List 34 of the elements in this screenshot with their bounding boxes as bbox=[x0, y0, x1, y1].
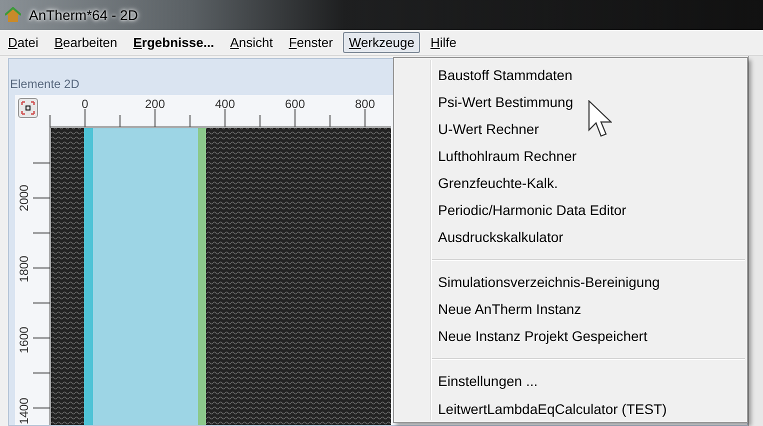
ruler-label: 600 bbox=[284, 97, 306, 111]
menu-item[interactable]: Ansicht bbox=[224, 32, 279, 53]
menu-entry[interactable]: Neue Instanz Projekt Gespeichert bbox=[394, 322, 648, 350]
menu-item[interactable]: Datei bbox=[2, 32, 44, 53]
ruler-label: 800 bbox=[354, 97, 376, 111]
menu-entry[interactable]: Neue AnTherm Instanz bbox=[394, 296, 582, 323]
expand-icon bbox=[21, 101, 35, 115]
ruler-label: 2000 bbox=[17, 184, 31, 212]
menu-entry[interactable]: Psi-Wert Bestimmung bbox=[394, 88, 574, 116]
menu-entry[interactable]: Periodic/Harmonic Data Editor bbox=[394, 196, 626, 224]
cursor-icon bbox=[588, 100, 612, 138]
menu-item[interactable]: Ergebnisse... bbox=[127, 32, 220, 53]
menu-item[interactable]: Hilfe bbox=[424, 32, 462, 53]
menu-item[interactable]: Fenster bbox=[282, 32, 339, 53]
menu-entry[interactable]: U-Wert Rechner bbox=[394, 115, 539, 142]
ruler-label: 400 bbox=[214, 97, 236, 111]
menu-entry[interactable]: Ausdruckskalkulator bbox=[394, 224, 564, 251]
menu-entry[interactable]: Einstellungen ... bbox=[394, 368, 538, 395]
house-icon bbox=[5, 7, 21, 23]
menu-entry[interactable]: Simulationsverzeichnis-Bereinigung bbox=[394, 268, 660, 296]
menu-entry[interactable]: Baustoff Stammdaten bbox=[394, 61, 572, 88]
window-title: AnTherm*64 - 2D bbox=[29, 7, 138, 23]
menu-entry[interactable]: Lufthohlraum Rechner bbox=[394, 142, 577, 170]
menu-item[interactable]: Werkzeuge bbox=[342, 32, 420, 53]
menu-entry[interactable]: LeitwertLambdaEqCalculator (TEST) bbox=[394, 394, 667, 422]
ruler-label: 1800 bbox=[17, 256, 31, 282]
menu-entry[interactable]: Grenzfeuchte-Kalk. bbox=[394, 169, 558, 196]
ruler-label: 200 bbox=[144, 97, 166, 111]
ruler-label: 1600 bbox=[17, 326, 31, 354]
zoom-fit-button[interactable] bbox=[18, 98, 38, 118]
panel-title: Elemente 2D bbox=[10, 77, 80, 91]
menu-item[interactable]: Bearbeiten bbox=[48, 32, 124, 53]
ruler-label: 1400 bbox=[17, 398, 31, 424]
ruler-label: 0 bbox=[82, 97, 88, 111]
